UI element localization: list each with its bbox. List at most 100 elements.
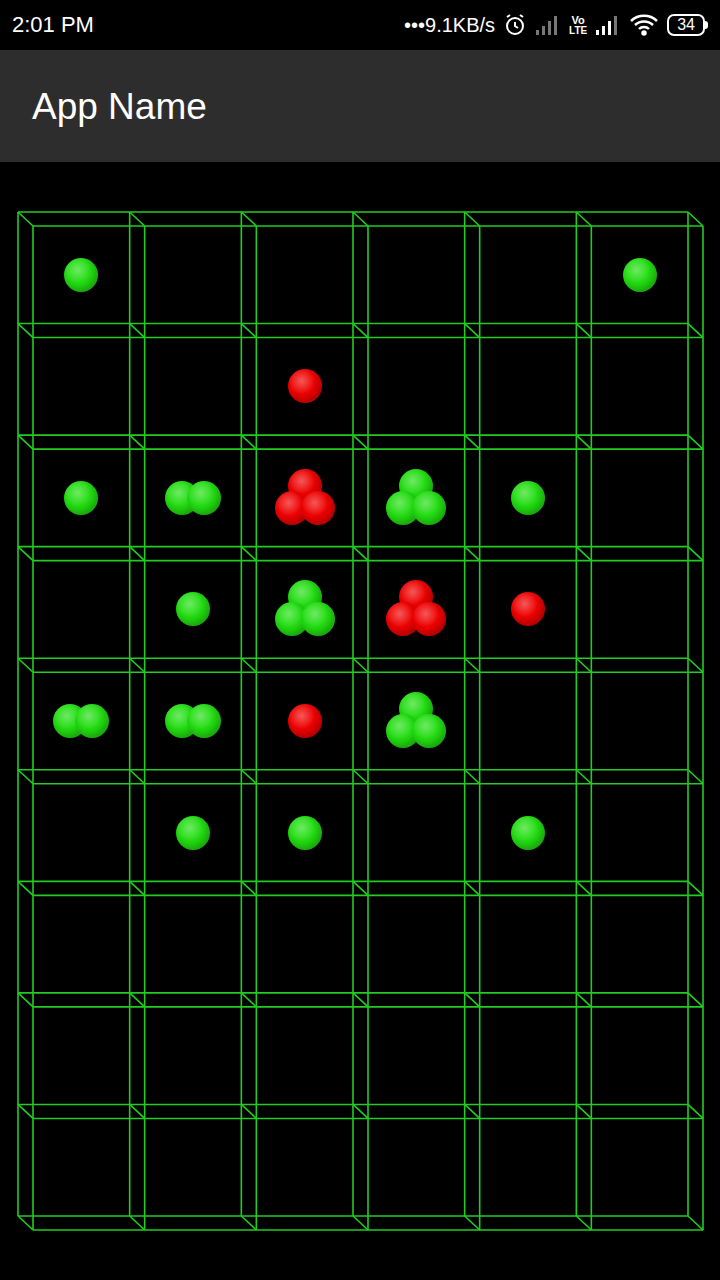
orb-cluster (498, 803, 558, 863)
board-cell[interactable] (360, 442, 472, 554)
orb-cluster (610, 691, 670, 751)
orb (301, 602, 335, 636)
board-cell[interactable] (249, 219, 361, 331)
board-cell[interactable] (249, 331, 361, 443)
board-cell[interactable] (472, 331, 584, 443)
board-cell[interactable] (584, 331, 696, 443)
board-cell[interactable] (249, 665, 361, 777)
board-cell[interactable] (472, 1000, 584, 1112)
board-cell[interactable] (26, 442, 138, 554)
app-bar: App Name (0, 50, 720, 162)
orb-cluster (51, 914, 111, 974)
orb-cluster (386, 245, 446, 305)
wifi-icon (629, 14, 659, 36)
orb-cluster (51, 245, 111, 305)
orb-cluster (163, 356, 223, 416)
status-bar: 2:01 PM •••9.1KB/s Vo LTE 34 (0, 0, 720, 50)
orb-cluster (275, 1026, 335, 1086)
orb-cluster (163, 914, 223, 974)
app-title: App Name (32, 88, 207, 125)
board-cell[interactable] (360, 331, 472, 443)
orb-cluster (51, 356, 111, 416)
board-cell[interactable] (137, 442, 249, 554)
board-cell[interactable] (584, 1000, 696, 1112)
board-cell[interactable] (584, 777, 696, 889)
orb-cluster (163, 579, 223, 639)
board-cell[interactable] (26, 777, 138, 889)
board-cell[interactable] (584, 665, 696, 777)
orb (187, 704, 221, 738)
orb (176, 592, 210, 626)
board-cell[interactable] (26, 331, 138, 443)
orb-cluster (51, 1026, 111, 1086)
board-cell[interactable] (472, 1111, 584, 1223)
board-cell[interactable] (360, 554, 472, 666)
board-cell[interactable] (360, 777, 472, 889)
board-cell[interactable] (360, 1000, 472, 1112)
board-cell[interactable] (249, 554, 361, 666)
orb-cluster (386, 579, 446, 639)
orb (187, 481, 221, 515)
board-cell[interactable] (584, 442, 696, 554)
orb-cluster (498, 691, 558, 751)
orb-cluster (163, 691, 223, 751)
board-cell[interactable] (26, 1111, 138, 1223)
board-cell[interactable] (472, 777, 584, 889)
board-cell[interactable] (472, 442, 584, 554)
orb (176, 816, 210, 850)
board-cell[interactable] (360, 1111, 472, 1223)
orb-cluster (386, 356, 446, 416)
board-cell[interactable] (584, 1111, 696, 1223)
orb (412, 602, 446, 636)
orb-cluster (386, 691, 446, 751)
orb-cluster (498, 1137, 558, 1197)
signal-icon (595, 14, 621, 36)
board-cell[interactable] (249, 442, 361, 554)
board-cell[interactable] (26, 219, 138, 331)
board-cell[interactable] (137, 777, 249, 889)
board-cell[interactable] (584, 219, 696, 331)
board-cell[interactable] (472, 665, 584, 777)
board-cell[interactable] (249, 777, 361, 889)
board-cell[interactable] (360, 219, 472, 331)
orb-cluster (386, 1026, 446, 1086)
board-cell[interactable] (360, 888, 472, 1000)
orb (511, 592, 545, 626)
board-cell[interactable] (249, 888, 361, 1000)
battery-icon: 34 (667, 14, 708, 36)
board-cell[interactable] (137, 665, 249, 777)
board-cell[interactable] (26, 665, 138, 777)
orb-cluster (498, 1026, 558, 1086)
board-cell[interactable] (26, 1000, 138, 1112)
board-cell[interactable] (137, 219, 249, 331)
board-cell[interactable] (249, 1000, 361, 1112)
orb (64, 481, 98, 515)
orb-cluster (386, 468, 446, 528)
orb-cluster (610, 356, 670, 416)
board-cell[interactable] (137, 554, 249, 666)
orb-cluster (610, 579, 670, 639)
orb-cluster (275, 468, 335, 528)
orb-cluster (163, 803, 223, 863)
board-cell[interactable] (26, 888, 138, 1000)
orb-cluster (610, 468, 670, 528)
orb (288, 369, 322, 403)
board-cell[interactable] (249, 1111, 361, 1223)
orb-cluster (610, 245, 670, 305)
game-board[interactable] (0, 162, 720, 1280)
board-cell[interactable] (137, 331, 249, 443)
orb-cluster (275, 803, 335, 863)
signal-icon (535, 14, 561, 36)
orb-cluster (275, 914, 335, 974)
board-cell[interactable] (137, 1000, 249, 1112)
board-cell[interactable] (26, 554, 138, 666)
orb-cluster (275, 356, 335, 416)
board-cell[interactable] (472, 554, 584, 666)
board-cell[interactable] (472, 888, 584, 1000)
board-cell[interactable] (137, 888, 249, 1000)
board-cell[interactable] (137, 1111, 249, 1223)
board-cell[interactable] (584, 554, 696, 666)
board-cell[interactable] (584, 888, 696, 1000)
board-cell[interactable] (360, 665, 472, 777)
board-cell[interactable] (472, 219, 584, 331)
